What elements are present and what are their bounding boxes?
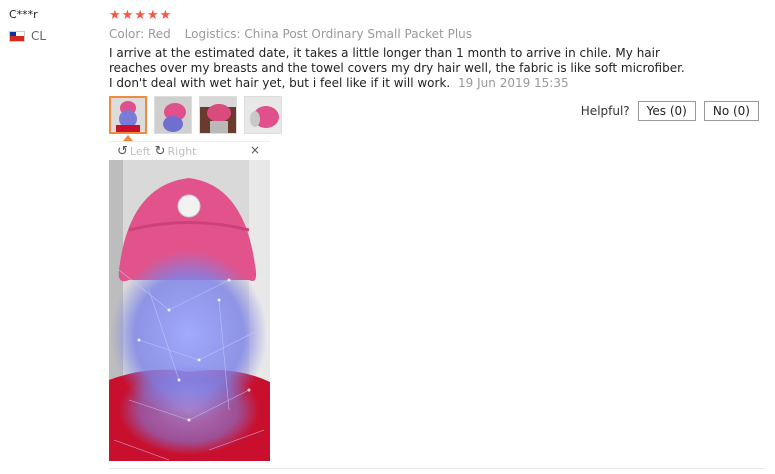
star-icon: ★ (159, 8, 172, 23)
helpful-yes-button[interactable]: Yes (0) (637, 101, 696, 121)
review-thumbnail[interactable] (244, 96, 282, 134)
review-text: I arrive at the estimated date, it takes… (109, 46, 685, 90)
image-viewer: ↺ Left ↻ Right × (109, 135, 270, 461)
order-info: Color: Red Logistics: China Post Ordinar… (109, 27, 769, 41)
viewer-toolbar: ↺ Left ↻ Right × (109, 141, 270, 160)
country-code: CL (31, 29, 47, 43)
flag-icon (9, 30, 25, 42)
color-label: Color: (109, 27, 145, 41)
review-photo[interactable] (109, 160, 270, 461)
star-icon: ★ (134, 8, 146, 23)
helpful-no-button[interactable]: No (0) (703, 101, 759, 121)
reviewer-name: C***r (9, 8, 38, 21)
review-text-block: I arrive at the estimated date, it takes… (109, 46, 689, 91)
rotate-right-icon: ↻ (154, 143, 166, 159)
star-rating: ★ ★ ★ ★ ★ (109, 8, 769, 24)
rotate-left-icon: ↺ (117, 143, 128, 159)
star-icon: ★ (146, 8, 159, 23)
reviewer-info: C***r CL (9, 8, 99, 43)
review-thumbnail[interactable] (154, 96, 192, 134)
rotate-right-label: Right (167, 144, 197, 158)
rotate-left-button[interactable]: ↺ Left (117, 144, 151, 159)
logistics-label: Logistics: (184, 27, 241, 41)
review-thumbnails (109, 96, 282, 134)
review-body: ★ ★ ★ ★ ★ Color: Red Logistics: China Po… (109, 8, 769, 134)
logistics-value: China Post Ordinary Small Packet Plus (244, 27, 473, 41)
review-date: 19 Jun 2019 15:35 (458, 76, 569, 90)
reviewer-country: CL (9, 29, 99, 43)
helpful-label: Helpful? (580, 104, 630, 118)
rotate-left-label: Left (129, 144, 151, 158)
star-icon: ★ (109, 8, 121, 23)
review-thumbnail[interactable] (109, 96, 147, 134)
review-thumbnail[interactable] (199, 96, 237, 134)
rotate-right-button[interactable]: ↻ Right (155, 144, 197, 159)
divider (109, 468, 765, 469)
helpful-section: Helpful? Yes (0) No (0) (581, 101, 759, 121)
star-icon: ★ (121, 8, 134, 23)
close-icon[interactable]: × (250, 143, 260, 157)
color-value: Red (148, 27, 171, 41)
